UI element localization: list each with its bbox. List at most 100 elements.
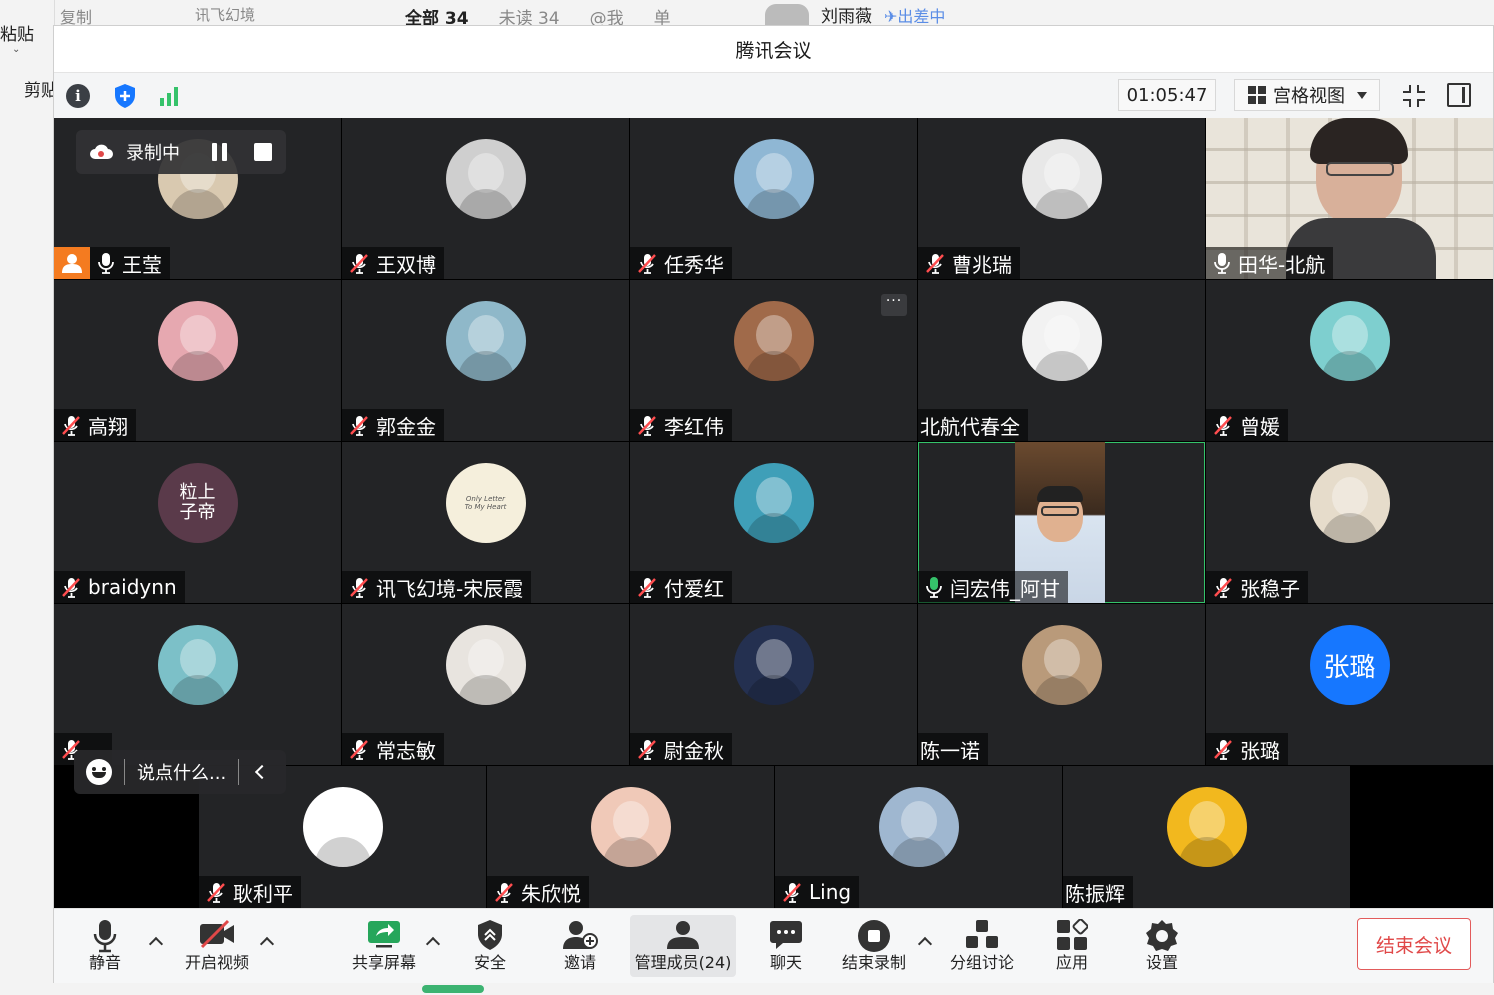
exit-fullscreen-icon[interactable] [1400, 82, 1428, 110]
mic-muted-icon [638, 578, 656, 598]
caret-down-icon [1357, 92, 1367, 99]
participant-tile[interactable]: 张璐 张璐 [1206, 604, 1493, 765]
participant-tile[interactable] [54, 604, 341, 765]
participant-name: 讯飞幻境-宋辰霞 [376, 576, 524, 601]
chat-button[interactable]: 聊天 [762, 915, 810, 977]
avatar [1309, 301, 1390, 381]
security-shield-icon [478, 920, 502, 950]
stop-record-button[interactable] [254, 143, 272, 161]
participant-tile[interactable]: 北航代春全 [918, 280, 1205, 441]
background-user[interactable]: 刘雨薇 ✈出差中 [765, 2, 945, 27]
participant-tile[interactable]: 任秀华 [630, 118, 917, 279]
participant-tile[interactable]: Only Letter To My Heart 讯飞幻境-宋辰霞 [342, 442, 629, 603]
top-toolbar: i 01:05:47 宫格视图 [54, 72, 1493, 118]
share-screen-icon [368, 921, 400, 948]
mute-button[interactable]: 静音 [76, 915, 134, 977]
paste-button[interactable]: 粘贴 [0, 20, 34, 45]
participant-name: 尉金秋 [664, 738, 724, 763]
video-options-caret[interactable] [259, 936, 275, 952]
participant-tile[interactable]: 粒上 子帝 braidynn [54, 442, 341, 603]
signal-icon[interactable] [157, 83, 183, 109]
user-status: ✈出差中 [884, 6, 946, 26]
avatar [1021, 301, 1102, 381]
view-mode-dropdown[interactable]: 宫格视图 [1234, 79, 1380, 111]
background-app-tab[interactable]: 讯飞幻境 [195, 4, 255, 25]
participant-name: 陈一诺 [920, 738, 980, 763]
info-icon[interactable]: i [66, 84, 90, 108]
participant-tile[interactable]: 朱欣悦 [487, 766, 774, 908]
apps-button[interactable]: 应用 [1048, 915, 1096, 977]
mic-muted-icon [1214, 416, 1232, 436]
members-icon [667, 921, 699, 949]
security-label: 安全 [473, 953, 506, 972]
participant-tile[interactable]: Ling [775, 766, 1062, 908]
pause-record-button[interactable] [210, 143, 230, 161]
cloud-record-icon [90, 144, 113, 159]
participant-tile[interactable]: 付爱红 [630, 442, 917, 603]
avatar [302, 787, 383, 867]
participant-tile[interactable]: 陈振辉 [1063, 766, 1350, 908]
participant-tile[interactable]: 陈一诺 [918, 604, 1205, 765]
participant-name: 朱欣悦 [521, 881, 581, 906]
record-options-caret[interactable] [917, 936, 933, 952]
recording-label: 录制中 [126, 143, 180, 164]
avatar [878, 787, 959, 867]
invite-button[interactable]: 邀请 [556, 915, 604, 977]
participant-tile[interactable]: 高翔 [54, 280, 341, 441]
share-options-caret[interactable] [425, 936, 441, 952]
participant-name: 北航代春全 [920, 414, 1020, 439]
settings-button[interactable]: 设置 [1138, 915, 1186, 977]
chevron-down-icon[interactable]: ⌄ [12, 44, 20, 55]
participant-name-tag: 李红伟 [630, 409, 732, 441]
chat-input[interactable]: 说点什么... [74, 750, 286, 794]
participant-name: 曹兆瑞 [952, 252, 1012, 277]
participant-name-tag: 郭金金 [342, 409, 444, 441]
mic-muted-icon [1214, 740, 1232, 760]
participant-tile[interactable]: 郭金金 [342, 280, 629, 441]
avatar [1309, 463, 1390, 543]
sidebar-toggle-icon[interactable] [1447, 83, 1471, 107]
background-progress [422, 985, 484, 993]
members-label: 管理成员(24) [634, 953, 732, 972]
stop-recording-button[interactable]: 结束录制 [838, 915, 910, 977]
mute-options-caret[interactable] [148, 936, 164, 952]
user-name: 刘雨薇 [821, 7, 872, 27]
chat-placeholder: 说点什么... [137, 763, 227, 784]
share-screen-button[interactable]: 共享屏幕 [346, 915, 422, 977]
participant-name-tag: 田华-北航 [1206, 247, 1334, 279]
participant-tile[interactable]: 王双博 [342, 118, 629, 279]
breakout-button[interactable]: 分组讨论 [944, 915, 1020, 977]
manage-members-button[interactable]: 管理成员(24) [630, 915, 736, 977]
divider [124, 759, 125, 785]
chevron-left-icon[interactable] [255, 764, 270, 780]
mic-muted-icon [495, 883, 513, 903]
mic-muted-icon [62, 578, 80, 598]
shield-icon[interactable] [112, 83, 138, 109]
participant-tile[interactable]: 曹兆瑞 [918, 118, 1205, 279]
security-button[interactable]: 安全 [466, 915, 514, 977]
participant-name: 常志敏 [376, 738, 436, 763]
participant-name-tag: 高翔 [54, 409, 136, 441]
mic-muted-icon [350, 740, 368, 760]
participant-tile[interactable]: 常志敏 [342, 604, 629, 765]
more-options-button[interactable]: ··· [881, 294, 907, 316]
host-badge-icon [54, 247, 90, 279]
stop-record-icon [858, 920, 890, 952]
divider [238, 759, 240, 785]
participant-tile[interactable]: 曾媛 [1206, 280, 1493, 441]
participant-tile[interactable]: 张稳子 [1206, 442, 1493, 603]
participant-tile[interactable]: 闫宏伟_阿甘 [918, 442, 1205, 603]
participant-name-tag: 讯飞幻境-宋辰霞 [342, 571, 532, 603]
participant-tile[interactable]: ··· 李红伟 [630, 280, 917, 441]
stop-record-label: 结束录制 [841, 953, 906, 972]
end-meeting-button[interactable]: 结束会议 [1357, 918, 1471, 970]
emoji-icon[interactable] [86, 759, 112, 785]
participant-tile[interactable]: 田华-北航 [1206, 118, 1493, 279]
avatar: 张璐 [1309, 625, 1390, 705]
avatar [1166, 787, 1247, 867]
video-button[interactable]: 开启视频 [178, 915, 256, 977]
meeting-timer: 01:05:47 [1118, 79, 1216, 111]
participant-name-tag: 常志敏 [342, 733, 444, 765]
participant-tile[interactable]: 尉金秋 [630, 604, 917, 765]
microphone-icon [93, 920, 117, 953]
